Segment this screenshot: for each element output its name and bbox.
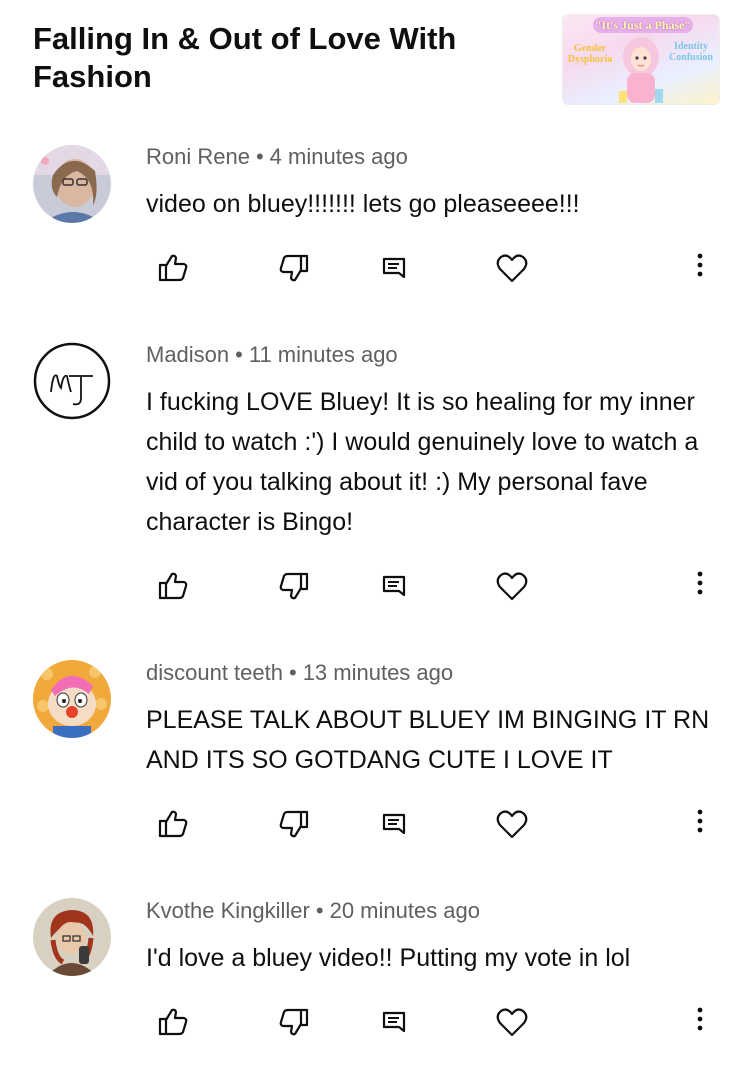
avatar[interactable] xyxy=(33,145,111,223)
heart-icon xyxy=(496,572,528,601)
thumbs-up-icon xyxy=(158,1008,188,1036)
reply-icon xyxy=(382,813,406,835)
reply-icon xyxy=(382,575,406,597)
like-button[interactable] xyxy=(155,250,191,286)
more-options-button[interactable] xyxy=(688,1004,712,1040)
comment-author[interactable]: Roni Rene xyxy=(146,144,250,169)
heart-icon xyxy=(496,1008,528,1037)
thumbs-down-icon xyxy=(279,254,309,282)
thumbs-up-icon xyxy=(158,572,188,600)
comment-author[interactable]: discount teeth xyxy=(146,660,283,685)
comment-text: I'd love a bluey video!! Putting my vote… xyxy=(146,944,631,972)
reply-button[interactable] xyxy=(377,806,413,842)
comment-meta: Madison • 11 minutes ago xyxy=(146,342,398,368)
thumbnail-banner-text: "It's Just a Phase" xyxy=(593,17,693,33)
meta-separator: • xyxy=(235,342,243,367)
comment-meta: discount teeth • 13 minutes ago xyxy=(146,660,453,686)
dislike-button[interactable] xyxy=(276,250,312,286)
comment-text: I fucking LOVE Bluey! It is so healing f… xyxy=(146,388,699,536)
comments-page: Falling In & Out of Love With Fashion "I… xyxy=(0,0,749,1073)
thumbnail-right-text: Identity Confusion xyxy=(669,41,713,63)
avatar[interactable] xyxy=(33,660,111,738)
comment-timestamp[interactable]: 11 minutes ago xyxy=(249,342,398,367)
more-vertical-icon xyxy=(697,1007,703,1031)
heart-button[interactable] xyxy=(494,806,530,842)
thumbnail-left-text: Gender Dysphoria xyxy=(567,43,613,65)
dislike-button[interactable] xyxy=(276,806,312,842)
comment-text: video on bluey!!!!!!! lets go pleaseeee!… xyxy=(146,190,580,218)
more-options-button[interactable] xyxy=(688,806,712,842)
heart-button[interactable] xyxy=(494,568,530,604)
thumbs-up-icon xyxy=(158,254,188,282)
comment-actions xyxy=(0,250,749,290)
thumbnail-figure-image xyxy=(619,37,663,103)
avatar[interactable] xyxy=(33,342,111,420)
reply-icon xyxy=(382,257,406,279)
comment-actions xyxy=(0,568,749,608)
video-header: Falling In & Out of Love With Fashion xyxy=(33,20,533,96)
thumbs-up-icon xyxy=(158,810,188,838)
avatar[interactable] xyxy=(33,898,111,976)
meta-separator: • xyxy=(315,898,324,923)
comment-actions xyxy=(0,1004,749,1044)
heart-icon xyxy=(496,810,528,839)
more-vertical-icon xyxy=(697,253,703,277)
meta-separator: • xyxy=(255,144,264,169)
reply-icon xyxy=(382,1011,406,1033)
comment-text: PLEASE TALK ABOUT BLUEY IM BINGING IT RN… xyxy=(146,706,710,774)
heart-button[interactable] xyxy=(494,1004,530,1040)
thumbs-down-icon xyxy=(279,572,309,600)
more-vertical-icon xyxy=(697,809,703,833)
dislike-button[interactable] xyxy=(276,1004,312,1040)
reply-button[interactable] xyxy=(377,1004,413,1040)
heart-button[interactable] xyxy=(494,250,530,286)
more-options-button[interactable] xyxy=(688,250,712,286)
comment-meta: Roni Rene • 4 minutes ago xyxy=(146,144,408,170)
like-button[interactable] xyxy=(155,806,191,842)
thumbs-down-icon xyxy=(279,810,309,838)
comment-timestamp[interactable]: 13 minutes ago xyxy=(303,660,453,685)
more-vertical-icon xyxy=(697,571,703,595)
comment-author[interactable]: Madison xyxy=(146,342,229,367)
dislike-button[interactable] xyxy=(276,568,312,604)
comment-meta: Kvothe Kingkiller • 20 minutes ago xyxy=(146,898,480,924)
like-button[interactable] xyxy=(155,1004,191,1040)
thumbs-down-icon xyxy=(279,1008,309,1036)
video-thumbnail[interactable]: "It's Just a Phase" Gender Dysphoria Ide… xyxy=(562,14,720,105)
comment-actions xyxy=(0,806,749,846)
comment-timestamp[interactable]: 20 minutes ago xyxy=(330,898,480,923)
comment-author[interactable]: Kvothe Kingkiller xyxy=(146,898,310,923)
reply-button[interactable] xyxy=(377,568,413,604)
heart-icon xyxy=(496,254,528,283)
video-title: Falling In & Out of Love With Fashion xyxy=(33,21,457,94)
comment-timestamp[interactable]: 4 minutes ago xyxy=(270,144,408,169)
meta-separator: • xyxy=(288,660,297,685)
more-options-button[interactable] xyxy=(688,568,712,604)
like-button[interactable] xyxy=(155,568,191,604)
reply-button[interactable] xyxy=(377,250,413,286)
